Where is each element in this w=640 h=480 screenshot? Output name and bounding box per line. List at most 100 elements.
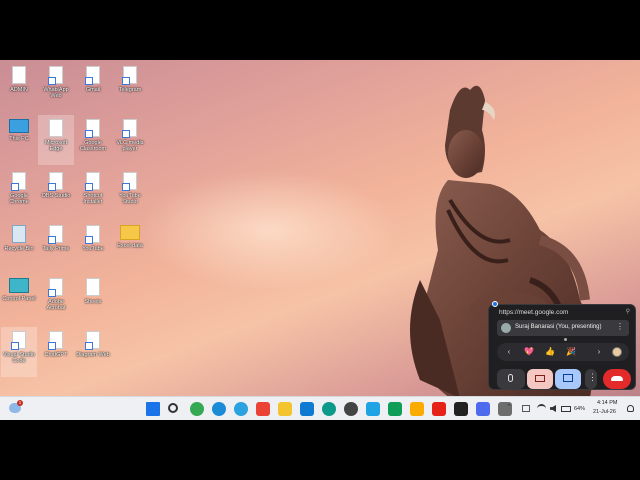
desktop-icon[interactable]: Diagram Web bbox=[75, 327, 111, 377]
edge-icon[interactable] bbox=[212, 402, 226, 416]
language-icon[interactable] bbox=[522, 405, 530, 412]
chevron-right-icon[interactable]: › bbox=[593, 346, 605, 358]
reaction-skin-tone-button[interactable] bbox=[612, 347, 622, 357]
desktop-icon[interactable]: Gmail bbox=[75, 62, 111, 112]
present-button[interactable] bbox=[555, 369, 581, 389]
wifi-icon[interactable] bbox=[537, 404, 546, 413]
chrome-icon[interactable] bbox=[190, 402, 204, 416]
telegram-icon[interactable] bbox=[234, 402, 248, 416]
desktop-icon[interactable]: Google Chrome bbox=[1, 168, 37, 218]
photos-icon[interactable] bbox=[476, 402, 490, 416]
desktop-icon-label: YouTube Studio bbox=[119, 193, 141, 205]
start-icon[interactable] bbox=[146, 402, 160, 416]
chevron-up-icon[interactable]: ⌃ bbox=[506, 403, 512, 411]
desktop-icon-label: Visual Studio Code bbox=[2, 352, 35, 364]
desktop-icon[interactable]: Google Classroom bbox=[75, 115, 111, 165]
presenter-name: Suraj Banarasi (You, presenting) bbox=[515, 324, 602, 330]
reaction-thumbs-up[interactable]: 👍 bbox=[544, 346, 556, 358]
desktop-icon-label: Google Classroom bbox=[79, 140, 107, 152]
taskbar: 1 ⌃ 64% 4:14 PM 21-Jul-26 bbox=[0, 396, 640, 420]
desktop-icon[interactable]: ADMIN bbox=[1, 62, 37, 112]
chevron-left-icon[interactable]: ‹ bbox=[503, 346, 515, 358]
pin-icon[interactable]: ⚲ bbox=[626, 308, 630, 315]
desktop-icon-label: OBS Studio bbox=[41, 193, 71, 199]
desktop-icon-label: Control Panel bbox=[2, 296, 36, 302]
desktop-icon-label: Shotcut Installer bbox=[83, 193, 103, 205]
youtube-icon[interactable] bbox=[432, 402, 446, 416]
battery-icon[interactable] bbox=[561, 406, 571, 412]
sunset-glow bbox=[140, 170, 400, 290]
file-icon bbox=[49, 119, 63, 137]
leave-call-button[interactable] bbox=[603, 369, 631, 389]
desktop-icon-label: YouTube bbox=[82, 246, 104, 252]
camera-off-button[interactable] bbox=[527, 369, 553, 389]
desktop-icon[interactable]: This PC bbox=[1, 115, 37, 165]
drag-handle-icon[interactable] bbox=[492, 301, 498, 307]
desktop-icon[interactable]: Sheets bbox=[75, 274, 111, 324]
desktop-icon[interactable]: Tally Prime bbox=[38, 221, 74, 271]
chatgpt-icon[interactable] bbox=[344, 402, 358, 416]
folder-icon bbox=[120, 225, 140, 240]
classroom-icon[interactable] bbox=[410, 402, 424, 416]
desktop-icon-label: VLC media player bbox=[116, 140, 144, 152]
desktop-icon[interactable]: Adobe Acrobat bbox=[38, 274, 74, 324]
file-icon bbox=[85, 172, 100, 191]
desktop-icon[interactable]: YouTube Studio bbox=[112, 168, 148, 218]
desktop-icon[interactable]: Control Panel bbox=[1, 274, 37, 324]
recycle-bin-icon bbox=[12, 225, 26, 243]
file-icon bbox=[12, 66, 26, 84]
volume-icon[interactable] bbox=[550, 405, 556, 412]
carousel-dot bbox=[564, 338, 567, 341]
camera-off-icon bbox=[535, 375, 545, 382]
reaction-party[interactable]: 🎉 bbox=[565, 346, 577, 358]
desktop-icon[interactable]: OBS Studio bbox=[38, 168, 74, 218]
desktop-icon-label: Gmail bbox=[85, 87, 101, 93]
file-icon bbox=[11, 331, 26, 350]
obs-icon[interactable] bbox=[454, 402, 468, 416]
store-icon[interactable] bbox=[366, 402, 380, 416]
clock-time[interactable]: 4:14 PM bbox=[597, 400, 617, 406]
more-options-button[interactable]: ⋮ bbox=[585, 369, 597, 389]
sheets-icon[interactable] bbox=[388, 402, 402, 416]
more-options-icon[interactable]: ⋮ bbox=[616, 322, 624, 331]
gmail-icon[interactable] bbox=[256, 402, 270, 416]
desktop-icon-label: Diagram Web bbox=[76, 352, 110, 358]
file-icon bbox=[48, 225, 63, 244]
desktop-icon-label: Telegram bbox=[118, 87, 142, 93]
file-icon bbox=[48, 278, 63, 297]
meet-screen-share-popup[interactable]: https://meet.google.com ⚲ Suraj Banarasi… bbox=[488, 301, 636, 390]
desktop-icon[interactable]: WhatsApp Web bbox=[38, 62, 74, 112]
clock-date[interactable]: 21-Jul-26 bbox=[593, 409, 616, 415]
desktop-icon-label: Google Chrome bbox=[9, 193, 29, 205]
vscode-icon[interactable] bbox=[300, 402, 314, 416]
search-icon[interactable] bbox=[168, 403, 178, 413]
control-panel-icon bbox=[9, 278, 29, 293]
desktop-icon-label: Excel data bbox=[117, 243, 143, 249]
desktop-icon[interactable]: Shotcut Installer bbox=[75, 168, 111, 218]
reactions-bar: ‹ 💖 👍 🎉 › bbox=[497, 343, 629, 361]
presenter-row[interactable]: Suraj Banarasi (You, presenting) ⋮ bbox=[497, 320, 629, 336]
file-icon bbox=[122, 119, 137, 138]
edge-active-icon[interactable] bbox=[322, 402, 336, 416]
desktop-icon[interactable]: Visual Studio Code bbox=[1, 327, 37, 377]
reaction-heart[interactable]: 💖 bbox=[523, 346, 535, 358]
microphone-button[interactable] bbox=[497, 369, 525, 389]
desktop-icons: ADMIN WhatsApp Web Gmail Telegram This PC Mic… bbox=[0, 60, 160, 396]
notifications-icon[interactable] bbox=[627, 405, 634, 412]
desktop-icon[interactable]: VLC media player bbox=[112, 115, 148, 165]
file-icon bbox=[122, 66, 137, 85]
battery-percent: 64% bbox=[574, 406, 586, 412]
meet-url: https://meet.google.com bbox=[499, 309, 569, 316]
desktop-icon[interactable]: Microsoft Edge bbox=[38, 115, 74, 165]
desktop-icon[interactable]: ChatGPT bbox=[38, 327, 74, 377]
desktop-icon[interactable]: Excel data bbox=[112, 221, 148, 271]
desktop-icon[interactable]: Telegram bbox=[112, 62, 148, 112]
desktop-icon-label: ADMIN bbox=[10, 87, 28, 93]
file-icon bbox=[86, 278, 100, 296]
explorer-icon[interactable] bbox=[278, 402, 292, 416]
file-icon bbox=[48, 172, 63, 191]
desktop-icon-label: This PC bbox=[9, 136, 29, 142]
desktop: ADMIN WhatsApp Web Gmail Telegram This PC Mic… bbox=[0, 60, 640, 420]
desktop-icon[interactable]: YouTube bbox=[75, 221, 111, 271]
desktop-icon[interactable]: Recycle Bin bbox=[1, 221, 37, 271]
